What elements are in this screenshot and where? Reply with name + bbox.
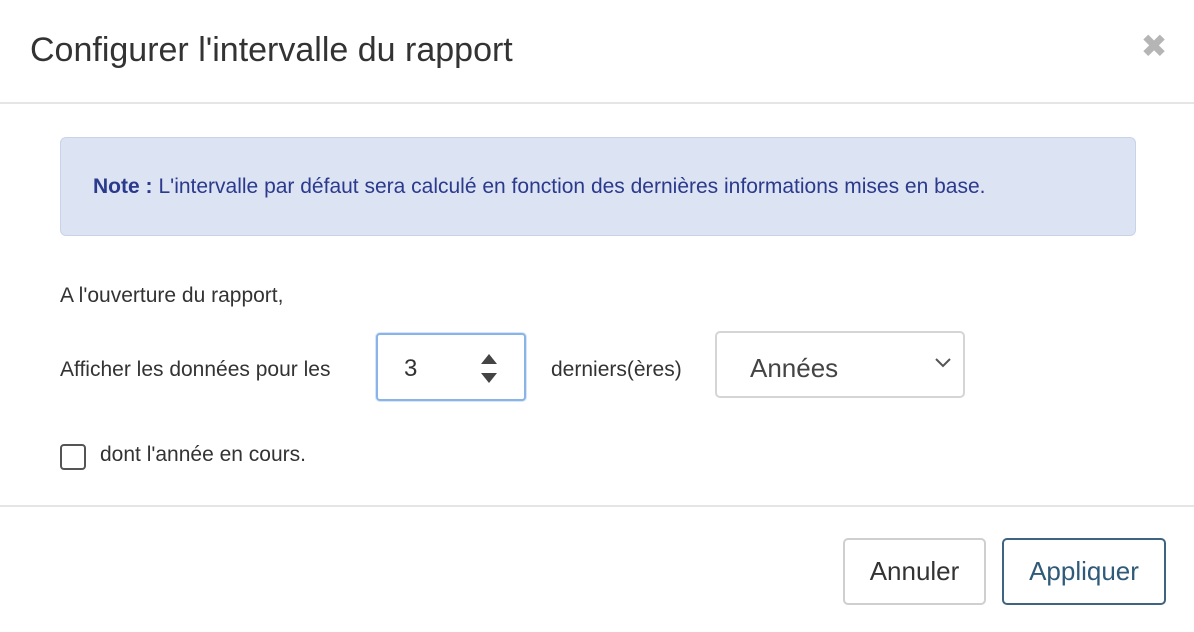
period-unit-select[interactable]: Années	[715, 331, 965, 398]
close-icon[interactable]: ✖	[1140, 28, 1168, 64]
chevron-down-icon[interactable]	[933, 355, 953, 369]
include-current-row: dont l'année en cours.	[60, 440, 306, 470]
intro-text: A l'ouverture du rapport,	[60, 284, 284, 307]
period-count-value[interactable]: 3	[404, 355, 417, 383]
include-current-label[interactable]: dont l'année en cours.	[100, 441, 306, 469]
report-interval-dialog: Configurer l'intervalle du rapport ✖ Not…	[0, 0, 1194, 632]
display-label: Afficher les données pour les	[60, 358, 331, 381]
include-current-checkbox[interactable]	[60, 444, 86, 470]
note-label: Note :	[93, 174, 153, 198]
period-suffix-label: derniers(ères)	[551, 358, 682, 381]
footer-divider	[0, 505, 1194, 507]
note-text: L'intervalle par défaut sera calculé en …	[158, 174, 986, 198]
period-count-input[interactable]: 3	[376, 333, 526, 401]
dialog-header: Configurer l'intervalle du rapport ✖	[0, 0, 1194, 104]
spinner-down-icon[interactable]	[481, 373, 497, 383]
apply-button[interactable]: Appliquer	[1002, 538, 1166, 605]
spinner-up-icon[interactable]	[481, 354, 497, 364]
cancel-button[interactable]: Annuler	[843, 538, 986, 605]
period-unit-value[interactable]: Années	[750, 353, 838, 383]
number-spinner[interactable]	[478, 351, 500, 387]
info-note: Note : L'intervalle par défaut sera calc…	[60, 137, 1136, 236]
dialog-title: Configurer l'intervalle du rapport	[30, 31, 513, 69]
